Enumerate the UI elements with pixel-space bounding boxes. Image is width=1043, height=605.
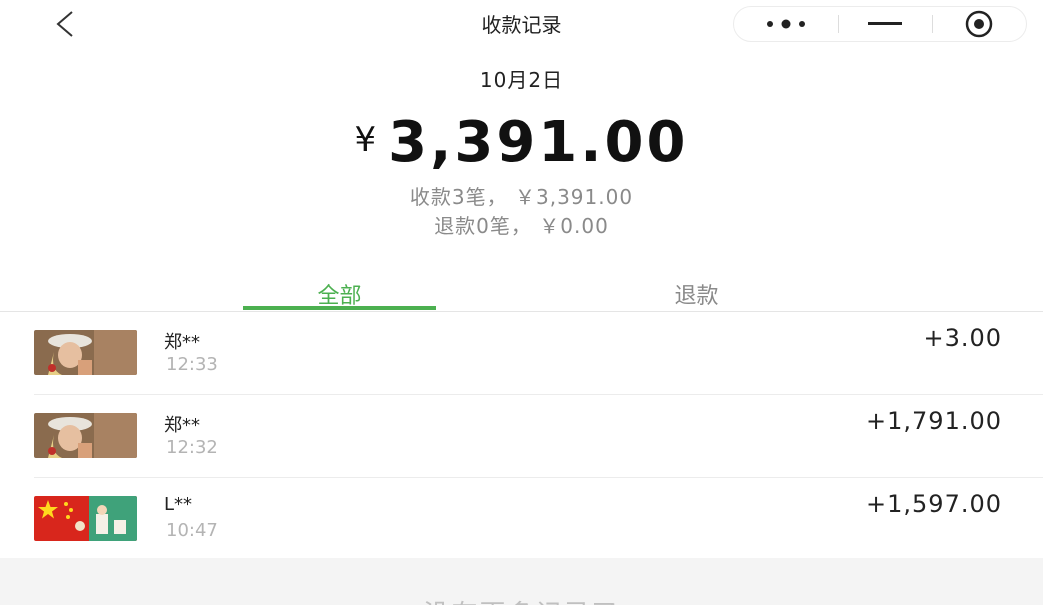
more-dots-icon (767, 19, 805, 29)
payer-name: L** (164, 494, 193, 515)
transaction-list: 郑** 12:33 +3.00 郑** 12:32 +1,791.00 L** … (0, 312, 1043, 561)
avatar (34, 330, 137, 375)
active-tab-indicator (243, 306, 436, 310)
more-button[interactable] (734, 7, 838, 41)
list-footer: 没有更多记录了 (0, 558, 1043, 605)
total-amount: ¥3,391.00 (0, 110, 1043, 175)
avatar (34, 413, 137, 458)
transaction-row[interactable]: 郑** 12:33 +3.00 (0, 312, 1043, 395)
close-button[interactable] (932, 7, 1026, 41)
refunds-summary: 退款0笔， ￥0.00 (434, 214, 609, 238)
currency-symbol: ¥ (354, 120, 377, 160)
transaction-amount: +1,597.00 (866, 490, 1002, 518)
tab-bar: 全部 退款 (0, 270, 1043, 312)
transaction-row[interactable]: L** 10:47 +1,597.00 (0, 478, 1043, 561)
capsule-menu (733, 6, 1027, 42)
minimize-button[interactable] (838, 7, 932, 41)
portrait-avatar-icon (34, 413, 137, 458)
top-bar: 收款记录 (0, 0, 1043, 48)
transaction-time: 12:32 (166, 437, 218, 458)
portrait-avatar-icon (34, 330, 137, 375)
target-circle-icon (965, 10, 993, 38)
transaction-amount: +3.00 (923, 324, 1002, 352)
total-amount-value: 3,391.00 (388, 110, 689, 175)
transaction-row[interactable]: 郑** 12:32 +1,791.00 (0, 395, 1043, 478)
transaction-time: 12:33 (166, 354, 218, 375)
date-label: 10月2日 (479, 68, 564, 92)
minimize-icon (868, 22, 902, 25)
transaction-time: 10:47 (166, 520, 218, 541)
receipts-summary: 收款3笔， ￥3,391.00 (409, 185, 634, 209)
payer-name: 郑** (164, 332, 200, 353)
flag-avatar-icon (34, 496, 137, 541)
tab-refund[interactable]: 退款 (600, 278, 793, 310)
payer-name: 郑** (164, 415, 200, 436)
transaction-amount: +1,791.00 (866, 407, 1002, 435)
avatar (34, 496, 137, 541)
no-more-records-text: 没有更多记录了 (0, 594, 1043, 605)
